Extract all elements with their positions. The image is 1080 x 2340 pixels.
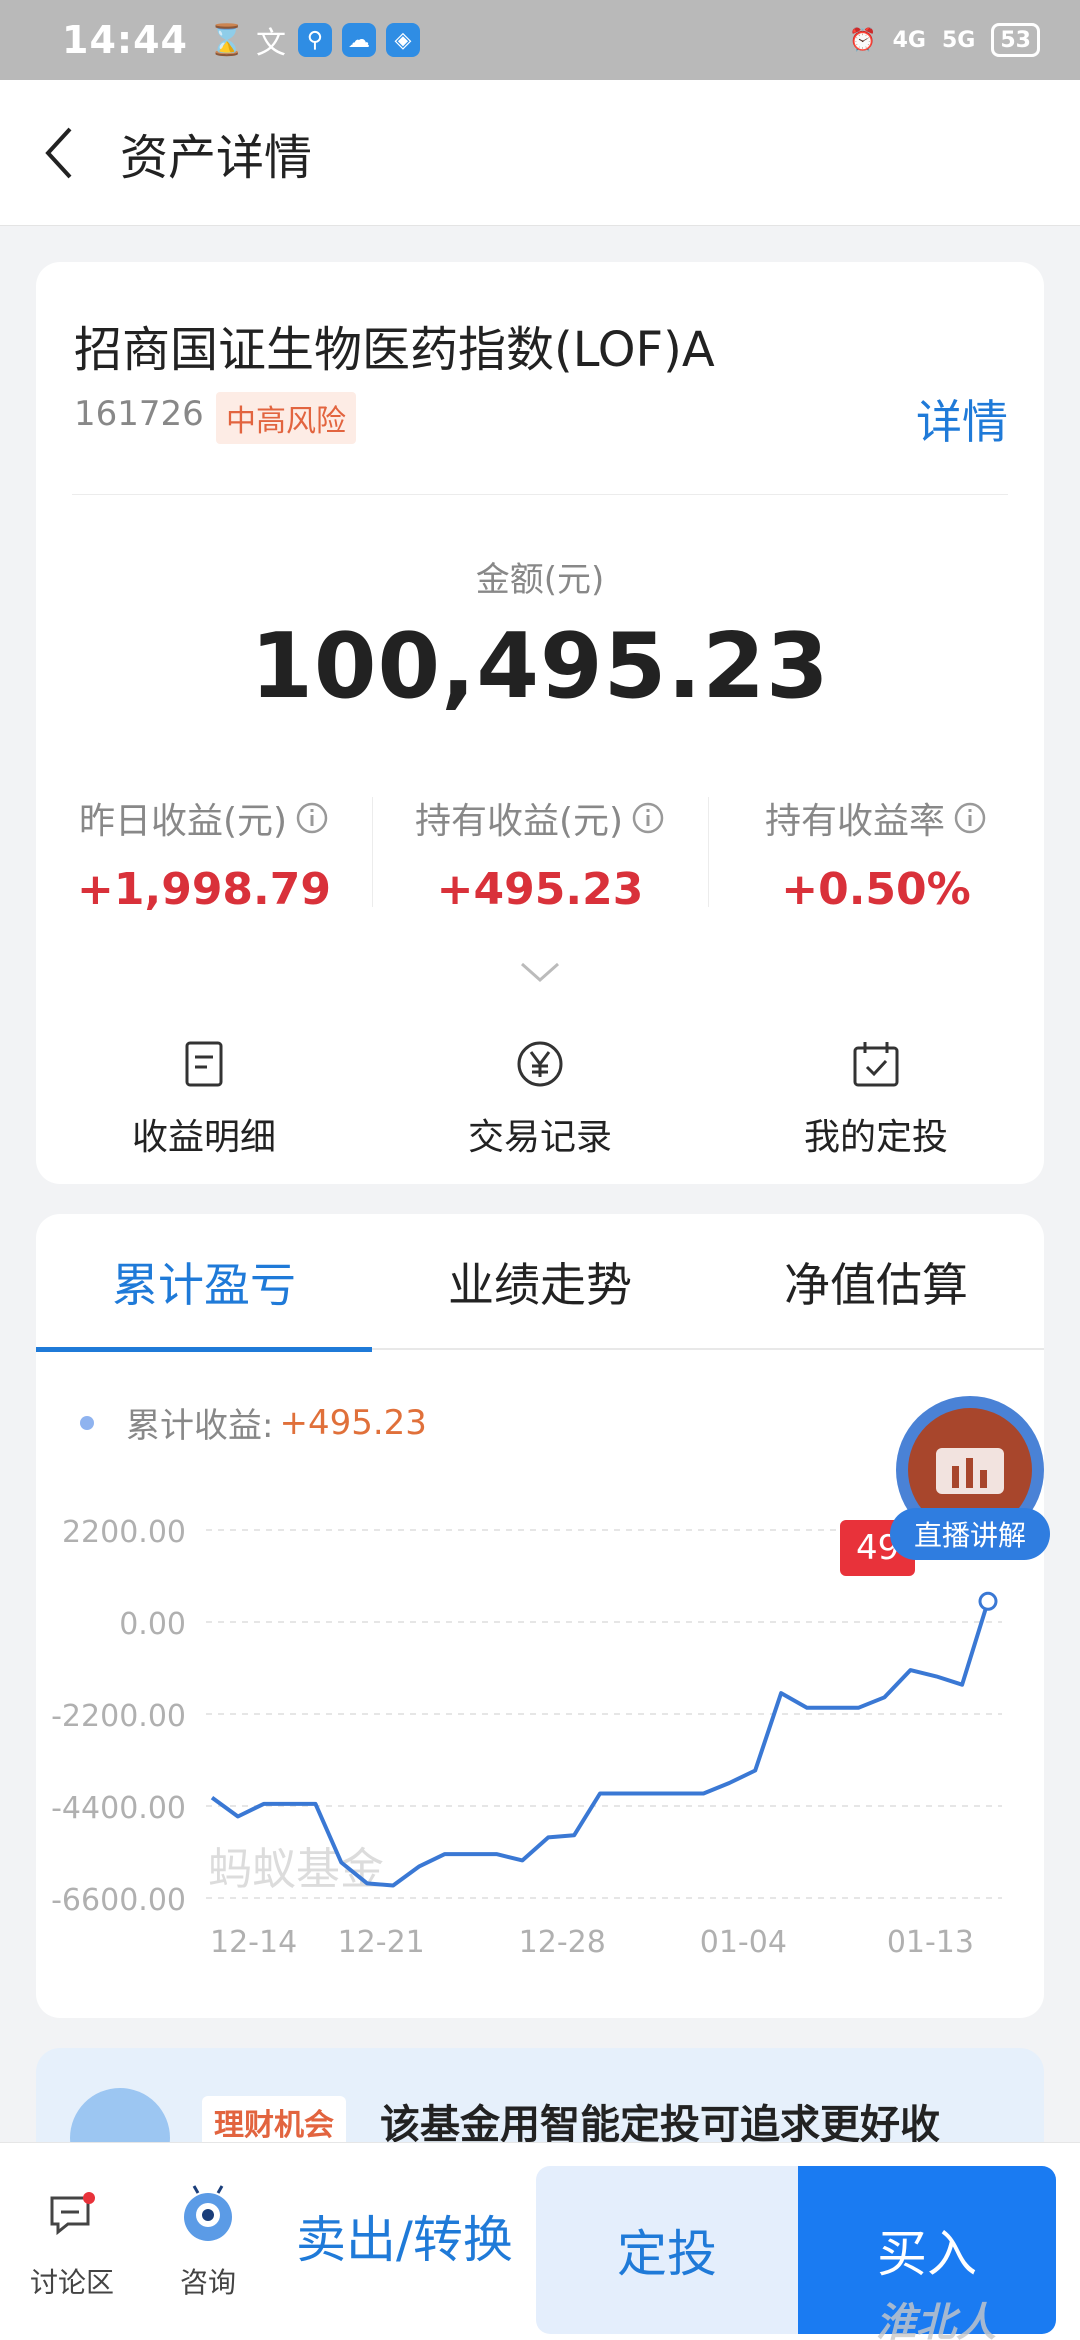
info-icon[interactable] xyxy=(953,801,987,835)
status-time: 14:44 xyxy=(62,18,188,62)
page-title: 资产详情 xyxy=(120,129,313,186)
stat-value: +0.50% xyxy=(781,864,971,915)
y-tick-label: -6600.00 xyxy=(51,1883,186,1918)
yen-circle-icon xyxy=(517,1041,563,1087)
x-tick-label: 12-28 xyxy=(519,1925,606,1960)
sell-convert-button[interactable]: 卖出/转换 xyxy=(296,2200,513,2272)
stat-value: +495.23 xyxy=(436,864,644,915)
chevron-down-icon[interactable] xyxy=(520,962,560,984)
y-tick-label: -2200.00 xyxy=(51,1699,186,1734)
x-tick-label: 01-04 xyxy=(700,1925,787,1960)
compass-app-icon: ◈ xyxy=(385,23,420,57)
action-label: 交易记录 xyxy=(467,1117,612,1158)
hourglass-icon: ⌛ xyxy=(208,22,246,58)
discuss-button[interactable]: 讨论区 xyxy=(22,2183,122,2301)
divider xyxy=(72,494,1008,495)
stat-rate: 持有收益率 +0.50% xyxy=(708,792,1044,915)
series-line xyxy=(210,1600,990,1888)
stat-yesterday: 昨日收益(元) +1,998.79 xyxy=(36,792,372,915)
stat-label: 持有收益率 xyxy=(764,801,945,842)
amount-label: 金额(元) xyxy=(475,560,605,600)
status-bar: 14:44 ⌛ 文 ⚲ ☁ ◈ ⏰ 4G 5G 53 xyxy=(0,0,1080,80)
action-my-fixed-invest[interactable]: 我的定投 xyxy=(708,1034,1044,1160)
chart-card: 累计盈亏 业绩走势 净值估算 累计收益: +495.23 2200.00 0.00… xyxy=(36,1214,1044,2018)
discuss-label: 讨论区 xyxy=(29,2266,114,2299)
fund-name: 招商国证生物医药指数(LOF)A xyxy=(74,322,715,378)
status-app-icons: ⌛ 文 ⚲ ☁ ◈ xyxy=(208,22,420,61)
detail-link[interactable]: 详情 xyxy=(916,386,1008,452)
weather-app-icon: ☁ xyxy=(341,23,376,57)
fund-summary-card: 招商国证生物医药指数(LOF)A 161726 中高风险 详情 金额(元) 10… xyxy=(36,262,1044,1184)
promo-tag: 理财机会 xyxy=(202,2096,346,2148)
action-income-detail[interactable]: 收益明细 xyxy=(36,1034,372,1160)
battery-icon: 53 xyxy=(991,23,1040,57)
live-chart-icon xyxy=(936,1448,1004,1494)
back-icon[interactable] xyxy=(0,80,120,226)
x-tick-label: 12-14 xyxy=(210,1925,297,1960)
stat-holding: 持有收益(元) +495.23 xyxy=(372,792,708,915)
amount-value: 100,495.23 xyxy=(250,614,830,719)
info-icon[interactable] xyxy=(631,801,665,835)
assistant-mascot-icon xyxy=(184,2185,232,2241)
y-tick-label: 0.00 xyxy=(119,1607,186,1642)
consult-label: 咨询 xyxy=(179,2266,236,2299)
signal-4g-icon: 4G xyxy=(892,27,926,53)
chat-icon xyxy=(50,2192,95,2236)
y-tick-label: 2200.00 xyxy=(62,1515,186,1550)
nav-bar: 资产详情 xyxy=(0,80,1080,226)
site-watermark: 淮北人 xyxy=(876,2300,996,2340)
info-icon[interactable] xyxy=(295,801,329,835)
action-label: 我的定投 xyxy=(803,1117,948,1158)
alarm-icon: ⏰ xyxy=(849,27,877,53)
series-endpoint xyxy=(978,1591,998,1611)
status-right: ⏰ 4G 5G 53 xyxy=(849,23,1040,57)
cumulative-pnl-chart: 2200.00 0.00 -2200.00 -4400.00 -6600.00 蚂蚁基金 1… xyxy=(51,1515,1002,1960)
x-tick-label: 12-21 xyxy=(338,1925,425,1960)
stat-label: 昨日收益(元) xyxy=(78,801,288,842)
risk-badge: 中高风险 xyxy=(216,392,356,444)
chart-watermark: 蚂蚁基金 xyxy=(208,1844,384,1895)
live-stream-badge[interactable]: 直播讲解 xyxy=(890,1396,1050,1566)
document-icon xyxy=(185,1041,223,1087)
calendar-check-icon xyxy=(853,1042,899,1087)
translate-icon: 文 xyxy=(255,26,286,61)
y-tick-label: -4400.00 xyxy=(51,1791,186,1826)
action-trade-records[interactable]: 交易记录 xyxy=(372,1034,708,1160)
action-label: 收益明细 xyxy=(131,1117,276,1158)
consult-button[interactable]: 咨询 xyxy=(158,2183,258,2301)
x-tick-label: 01-13 xyxy=(887,1925,974,1960)
stat-label: 持有收益(元) xyxy=(414,801,624,842)
search-app-icon: ⚲ xyxy=(297,23,332,57)
stat-value: +1,998.79 xyxy=(77,864,331,915)
live-label: 直播讲解 xyxy=(890,1508,1050,1560)
fund-code: 161726 xyxy=(74,394,204,434)
fixed-invest-button[interactable]: 定投 xyxy=(536,2166,798,2334)
signal-5g-icon: 5G xyxy=(942,27,976,53)
